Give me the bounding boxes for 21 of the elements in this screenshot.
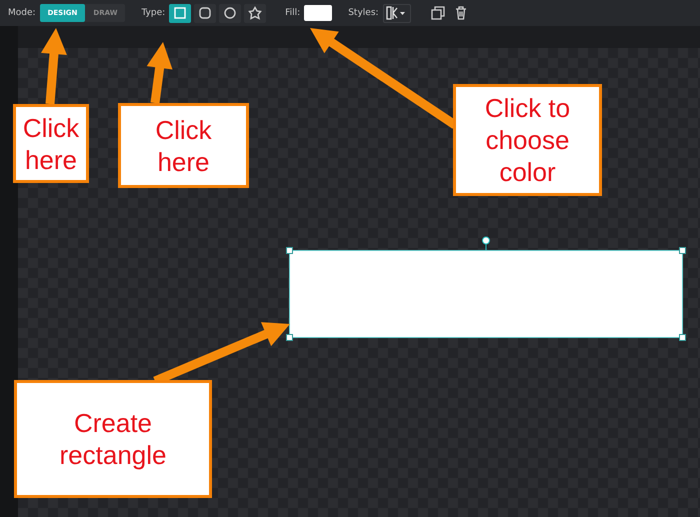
custom-shape-icon bbox=[248, 6, 262, 20]
styles-dropdown[interactable] bbox=[382, 4, 411, 22]
callout-text: Click here bbox=[154, 114, 213, 178]
callout-text: Click here bbox=[22, 112, 80, 176]
circle-shape-icon bbox=[223, 6, 238, 20]
callout-text: Click to choose color bbox=[484, 92, 572, 188]
square-shape-button[interactable] bbox=[169, 4, 192, 22]
styles-label: Styles: bbox=[348, 8, 379, 18]
fill-swatch[interactable] bbox=[304, 5, 332, 21]
type-label: Type: bbox=[141, 8, 166, 18]
circle-shape-button[interactable] bbox=[219, 4, 242, 22]
rotate-handle[interactable] bbox=[481, 236, 491, 250]
square-shape-icon bbox=[173, 6, 188, 20]
callout-text: Create rectangle bbox=[58, 407, 168, 471]
fill-label: Fill: bbox=[285, 8, 300, 18]
mode-label: Mode: bbox=[8, 8, 36, 18]
custom-shape-button[interactable] bbox=[244, 4, 266, 22]
rounded-shape-button[interactable] bbox=[194, 4, 216, 22]
duplicate-icon[interactable] bbox=[430, 6, 445, 20]
rounded-shape-icon bbox=[198, 6, 212, 20]
trash-icon[interactable] bbox=[454, 6, 467, 20]
